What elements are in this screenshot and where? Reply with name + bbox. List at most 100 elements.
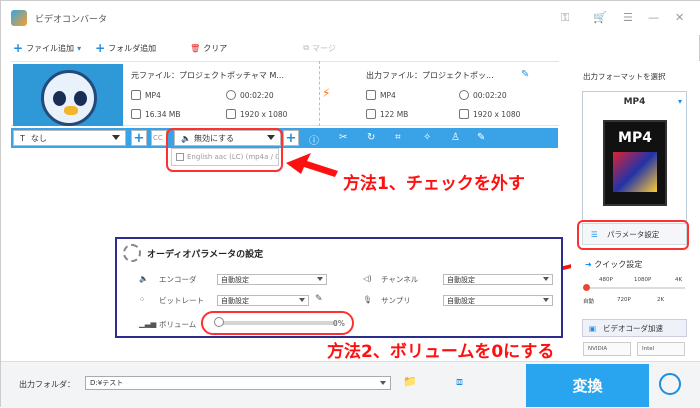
encoder-select[interactable]: 自動設定 (217, 274, 327, 285)
chevron-down-icon[interactable]: ▾ (77, 44, 81, 53)
app-window: ビデオコンバータ ⚿ 🛒 ☰ — ✕ + ファイル追加 ▾ + フォルダ追加 🗑… (0, 0, 700, 408)
convert-button[interactable]: 変換 (526, 364, 649, 407)
bitrate-label: ビットレート (159, 296, 204, 305)
add-subtitle-button[interactable]: + (131, 130, 147, 146)
output-path-field[interactable]: D:¥テスト (85, 376, 391, 390)
src-format: MP4 (131, 90, 161, 100)
toolbar: + ファイル追加 ▾ + フォルダ追加 🗑 クリア ⧉ マージ (13, 38, 336, 58)
src-duration: 00:02:20 (226, 90, 274, 100)
plus-icon: + (13, 41, 24, 55)
lightning-icon: ⚡ (322, 86, 331, 100)
speaker-icon: 🔈 (139, 274, 149, 283)
bitrate-select[interactable]: 自動設定 (217, 295, 309, 306)
format-name: MP4 (623, 97, 646, 107)
channel-icon: ◁) (363, 274, 372, 283)
edit-bar: T なし + CC 🔈 無効にする + ⓘ ✂ ↻ ⌗ ✧ ♙ ✎ (11, 128, 558, 148)
chevron-down-icon (543, 298, 549, 302)
channel-label: チャンネル (381, 275, 419, 284)
key-icon[interactable]: ⚿ (561, 11, 569, 25)
rotate-icon[interactable]: ↻ (367, 132, 375, 143)
subtitle-dropdown[interactable]: T なし (13, 130, 126, 146)
volume-label: ボリューム (159, 320, 197, 329)
chevron-down-icon (317, 277, 323, 281)
task-row: 元ファイル：プロジェクトポッチャマ M... MP4 00:02:20 16.3… (11, 61, 559, 126)
plus-icon: + (95, 41, 106, 55)
chevron-down-icon (299, 298, 305, 302)
crop-icon[interactable]: ⌗ (395, 132, 401, 143)
samplerate-select[interactable]: 自動設定 (443, 295, 553, 306)
info-icon[interactable]: ⓘ (309, 132, 319, 147)
out-size: 122 MB (366, 109, 408, 119)
film-icon (131, 90, 141, 100)
merge-button[interactable]: ⧉ マージ (303, 43, 336, 54)
tick-auto: 自動 (583, 299, 595, 305)
intel-badge: Intel (637, 342, 685, 356)
edit-icon[interactable]: ✎ (477, 132, 485, 143)
cart-icon[interactable]: 🛒 (593, 11, 607, 24)
gear-icon (123, 244, 141, 262)
samplerate-label: サンプリ (381, 296, 411, 305)
edit-name-icon[interactable]: ✎ (521, 69, 529, 80)
tick-720p: 720P (617, 297, 631, 303)
format-image: MP4 (603, 120, 667, 206)
quick-settings-label: ➜ クイック設定 (585, 260, 643, 269)
out-resolution: 1920 x 1080 (459, 109, 520, 119)
menu-icon[interactable]: ☰ (623, 11, 633, 24)
tick-2k: 2K (657, 297, 665, 303)
highlight-box-method1 (166, 128, 283, 172)
right-panel: 出力フォーマットを選択 MP4 ▾ MP4 ☰ パラメータ設定 ➜ クイック設定… (571, 61, 700, 361)
panel-title: オーディオパラメータの設定 (147, 250, 264, 260)
method1-callout: 方法1、チェックを外す (343, 174, 525, 194)
add-audio-button[interactable]: + (283, 130, 299, 146)
volume-bars-icon: ▁▃▅ (139, 319, 157, 328)
open-folder-icon[interactable]: ⧈ (456, 375, 463, 389)
tick-480p: 480P (599, 277, 613, 283)
quick-settings-slider[interactable] (585, 287, 685, 289)
folder-icon[interactable]: 📁 (403, 375, 417, 388)
bottom-bar: 出力フォルダ： D:¥テスト 📁 ⧈ 変換 (1, 361, 700, 408)
effects-icon[interactable]: ✧ (423, 132, 431, 143)
resolution-icon (459, 109, 469, 119)
tick-4k: 4K (675, 277, 683, 283)
app-title: ビデオコンバータ (35, 14, 108, 25)
quick-slider-handle[interactable] (583, 284, 590, 291)
video-thumbnail[interactable] (13, 64, 123, 126)
gpu-accel-button[interactable]: ▣ ビデオコーダ加速 (582, 319, 687, 337)
film-icon (366, 90, 376, 100)
file-icon (366, 109, 376, 119)
chevron-down-icon[interactable]: ▾ (678, 97, 682, 106)
clock-icon (226, 90, 236, 100)
clear-button[interactable]: 🗑 クリア (190, 43, 227, 54)
clock-icon (459, 90, 469, 100)
highlight-box-method2 (201, 311, 354, 335)
resolution-icon (226, 109, 236, 119)
out-duration: 00:02:20 (459, 90, 507, 100)
nvidia-badge: NVIDIA (583, 342, 631, 356)
output-folder-label: 出力フォルダ： (19, 380, 75, 389)
scissors-icon[interactable]: ✂ (339, 132, 347, 143)
format-card[interactable]: MP4 ▾ MP4 (582, 91, 687, 221)
out-format: MP4 (366, 90, 396, 100)
merge-icon: ⧉ (303, 43, 310, 52)
title-bar: ビデオコンバータ ⚿ 🛒 ☰ — ✕ (1, 1, 700, 35)
penguin-image (41, 70, 97, 126)
add-folder-button[interactable]: + フォルダ追加 (95, 41, 156, 55)
highlight-box-param (577, 220, 689, 250)
method2-callout: 方法2、ボリュームを0にする (327, 342, 555, 362)
watermark-icon[interactable]: ♙ (451, 132, 460, 143)
trash-icon: 🗑 (190, 43, 201, 53)
format-select-title: 出力フォーマットを選択 (583, 72, 666, 81)
chevron-down-icon (112, 135, 120, 140)
minimize-icon[interactable]: — (648, 11, 659, 24)
edit-bitrate-icon[interactable]: ✎ (315, 294, 323, 304)
alarm-clock-icon[interactable] (659, 373, 681, 395)
chevron-down-icon (543, 277, 549, 281)
channel-select[interactable]: 自動設定 (443, 274, 553, 285)
close-icon[interactable]: ✕ (675, 11, 684, 24)
chevron-down-icon[interactable] (380, 381, 386, 385)
bitrate-icon: ⁘ (139, 295, 146, 304)
add-file-button[interactable]: + ファイル追加 ▾ (13, 41, 81, 55)
src-resolution: 1920 x 1080 (226, 109, 287, 119)
cc-button[interactable]: CC (151, 130, 167, 146)
output-file-label: 出力ファイル：プロジェクトポッ... (366, 71, 494, 80)
